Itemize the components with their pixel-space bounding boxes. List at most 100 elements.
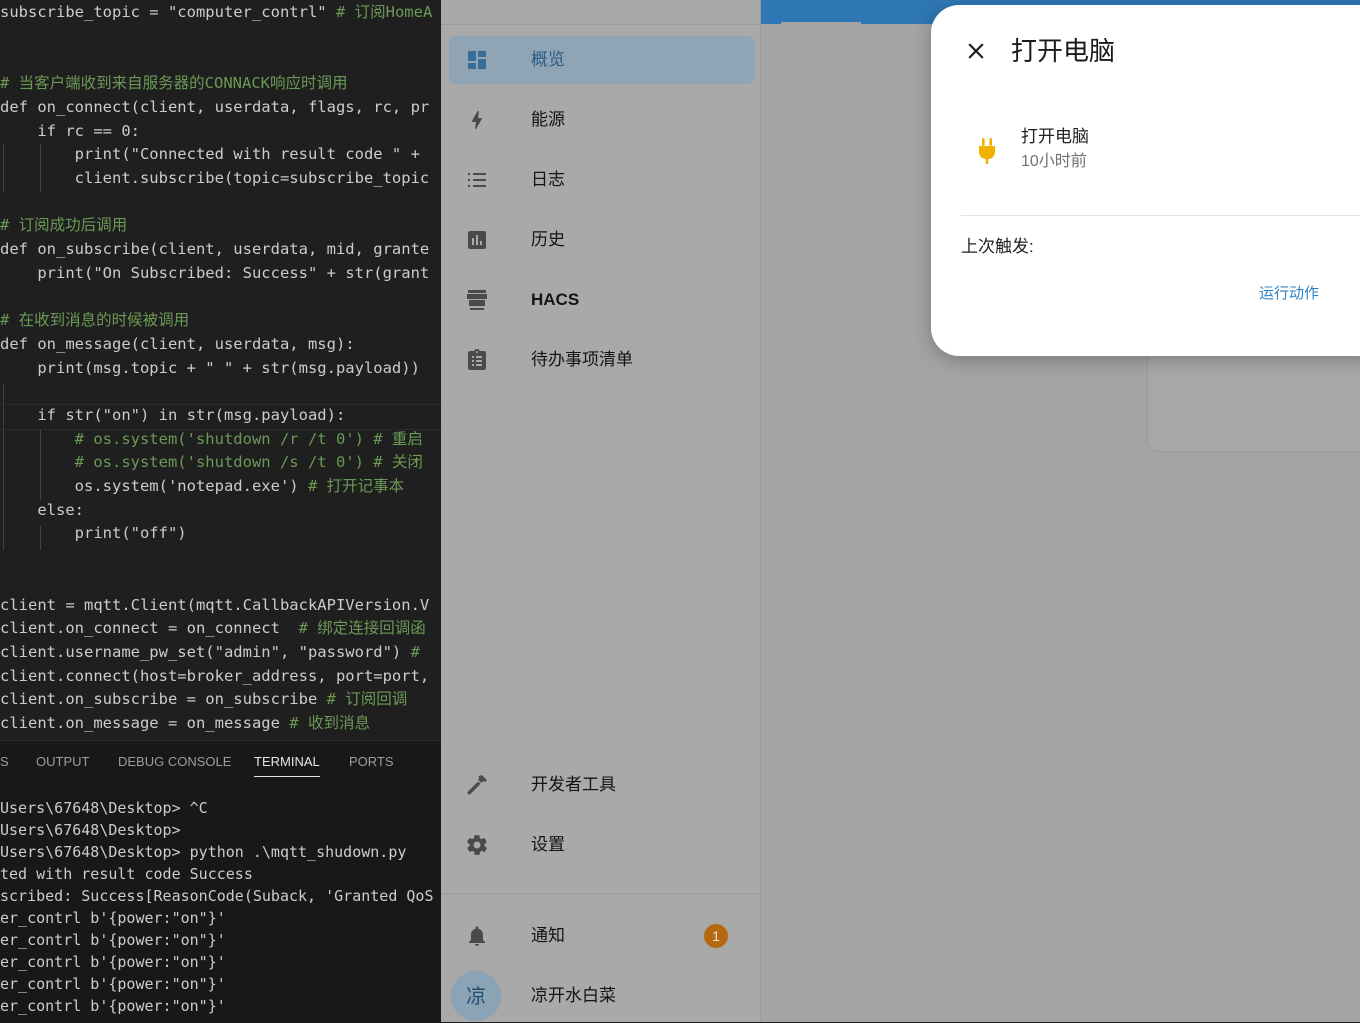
sidebar-divider	[441, 893, 761, 894]
code-text: if rc == 0:	[0, 121, 140, 140]
code-comment: # 订阅HomeA	[335, 3, 433, 21]
notification-count-badge: 1	[704, 924, 728, 948]
code-comment: #	[410, 642, 420, 661]
avatar[interactable]: 凉	[451, 971, 501, 1021]
code-line: def on_message(client, userdata, msg):	[0, 332, 355, 356]
sidebar-item-label: HACS	[531, 290, 580, 309]
sidebar-item-history[interactable]: 历史	[449, 216, 754, 264]
last-triggered-label: 上次触发:	[961, 237, 1034, 256]
tab-debug-console[interactable]: DEBUG CONSOLE	[118, 754, 231, 769]
dialog-divider	[961, 215, 1360, 216]
code-text: subscribe_topic = "computer_contrl"	[0, 3, 336, 21]
sidebar-item-label: 能源	[531, 110, 565, 129]
lightning-bolt-icon	[471, 111, 483, 129]
code-text: client.connect(host=broker_address, port…	[0, 666, 430, 685]
terminal-line: Users\67648\Desktop> python .\mqtt_shudo…	[0, 843, 407, 861]
code-line: # os.system('shutdown /s /t 0') # 关闭	[0, 450, 423, 474]
user-name[interactable]: 凉开水白菜	[531, 984, 616, 1008]
code-line: client.on_connect = on_connect # 绑定连接回调函	[0, 616, 426, 640]
code-line: if str("on") in str(msg.payload):	[0, 403, 345, 427]
hacs-store-icon	[467, 290, 487, 310]
code-text: if str("on") in str(msg.payload):	[0, 405, 346, 424]
sidebar-item-label: 设置	[531, 835, 565, 854]
code-comment: # os.system('shutdown /s /t 0') # 关闭	[74, 453, 423, 472]
sidebar-item-overview[interactable]: 概览	[449, 36, 754, 84]
code-line: # os.system('shutdown /r /t 0') # 重启	[0, 427, 423, 451]
sidebar-item-todo[interactable]: 待办事项清单	[449, 336, 754, 384]
header-tab-indicator	[781, 22, 861, 24]
entity-last-changed: 10小时前	[1021, 153, 1087, 170]
terminal-line: scribed: Success[ReasonCode(Suback, 'Gra…	[0, 887, 441, 905]
code-comment: # os.system('shutdown /r /t 0') # 重启	[74, 429, 423, 448]
code-comment: # 打开记事本	[307, 477, 405, 495]
code-text: os.system('notepad.exe')	[0, 477, 308, 495]
code-line: def on_connect(client, userdata, flags, …	[0, 95, 429, 119]
terminal-line: Users\67648\Desktop> ^C	[0, 799, 208, 817]
dialog-title: 打开电脑	[1011, 36, 1116, 66]
sidebar-item-label: 概览	[531, 50, 565, 69]
code-line: client.username_pw_set("admin", "passwor…	[0, 640, 420, 664]
sidebar-item-developer-tools[interactable]: 开发者工具	[449, 761, 754, 809]
cog-icon	[467, 835, 487, 855]
code-text: print("Connected with result code " +	[0, 145, 420, 164]
code-comment: # 当客户端收到来自服务器的CONNACK响应时调用	[0, 74, 348, 93]
code-line: if rc == 0:	[0, 119, 140, 143]
tab-output[interactable]: OUTPUT	[36, 754, 89, 769]
code-text: def on_connect(client, userdata, flags, …	[0, 97, 430, 116]
code-text: print("On Subscribed: Success" + str(gra…	[0, 263, 430, 282]
dashboard-icon	[468, 51, 486, 69]
code-line: print("Connected with result code " +	[0, 142, 420, 166]
bottom-panel: S OUTPUT DEBUG CONSOLE TERMINAL PORTS Us…	[0, 740, 441, 1023]
code-text: client.on_subscribe = on_subscribe	[0, 690, 327, 709]
code-comment: # 在收到消息的时候被调用	[0, 311, 190, 330]
code-line: subscribe_topic = "computer_contrl" # 订阅…	[0, 0, 432, 24]
tab-problems[interactable]: S	[0, 754, 9, 769]
terminal-line: er_contrl b'{power:"on"}'	[0, 997, 226, 1015]
sidebar-item-hacs[interactable]: HACS	[449, 276, 754, 324]
chart-box-icon	[468, 231, 486, 249]
entity-name: 打开电脑	[1021, 127, 1089, 146]
sidebar-item-settings[interactable]: 设置	[449, 821, 754, 869]
code-editor[interactable]: subscribe_topic = "computer_contrl" # 订阅…	[0, 0, 441, 740]
code-line: print("On Subscribed: Success" + str(gra…	[0, 261, 429, 285]
terminal-line: ted with result code Success	[0, 865, 253, 883]
sidebar-item-label: 开发者工具	[531, 775, 616, 794]
code-line: print(msg.topic + " " + str(msg.payload)…	[0, 356, 420, 380]
panel-tabs: S OUTPUT DEBUG CONSOLE TERMINAL PORTS	[0, 741, 441, 783]
terminal-line: er_contrl b'{power:"on"}'	[0, 909, 226, 927]
bell-icon	[469, 926, 485, 946]
terminal-line: er_contrl b'{power:"on"}'	[0, 931, 226, 949]
terminal-line: Users\67648\Desktop>	[0, 821, 181, 839]
code-text: client = mqtt.Client(mqtt.CallbackAPIVer…	[0, 595, 430, 614]
code-line: client.on_message = on_message # 收到消息	[0, 711, 370, 735]
code-line: # 订阅成功后调用	[0, 213, 127, 237]
sidebar-item-energy[interactable]: 能源	[449, 96, 754, 144]
code-text: client.subscribe(topic=subscribe_topic	[0, 168, 430, 187]
sidebar-item-label: 待办事项清单	[531, 350, 633, 369]
code-text: def on_subscribe(client, userdata, mid, …	[0, 240, 430, 258]
code-comment: # 订阅成功后调用	[0, 216, 128, 235]
code-text: else:	[0, 500, 84, 519]
ha-sidebar: 概览 能源 日志 历史 HACS 待办事项清单 开发者工具 设置 通知 1 凉 …	[441, 0, 761, 1022]
code-comment: # 订阅回调	[326, 690, 408, 709]
entity-more-info-dialog: 打开电脑 打开电脑 10小时前 上次触发: 运行动作	[931, 5, 1360, 356]
close-icon[interactable]	[963, 38, 989, 64]
run-action-button[interactable]: 运行动作	[1259, 283, 1319, 305]
tab-terminal[interactable]: TERMINAL	[254, 754, 320, 777]
code-text: client.on_connect = on_connect	[0, 619, 299, 638]
code-line: os.system('notepad.exe') # 打开记事本	[0, 474, 404, 498]
terminal-line: er_contrl b'{power:"on"}'	[0, 975, 226, 993]
sidebar-item-label: 历史	[531, 230, 565, 249]
code-text: client.on_message = on_message	[0, 714, 290, 732]
code-comment: # 绑定连接回调函	[298, 619, 426, 638]
code-line: client = mqtt.Client(mqtt.CallbackAPIVer…	[0, 593, 429, 617]
tab-ports[interactable]: PORTS	[349, 754, 394, 769]
sidebar-item-label: 通知	[531, 926, 565, 945]
code-line: client.connect(host=broker_address, port…	[0, 664, 429, 688]
sidebar-topbar	[441, 0, 761, 25]
sidebar-item-logbook[interactable]: 日志	[449, 156, 754, 204]
code-line: client.subscribe(topic=subscribe_topic	[0, 166, 430, 190]
hammer-icon	[467, 775, 487, 795]
